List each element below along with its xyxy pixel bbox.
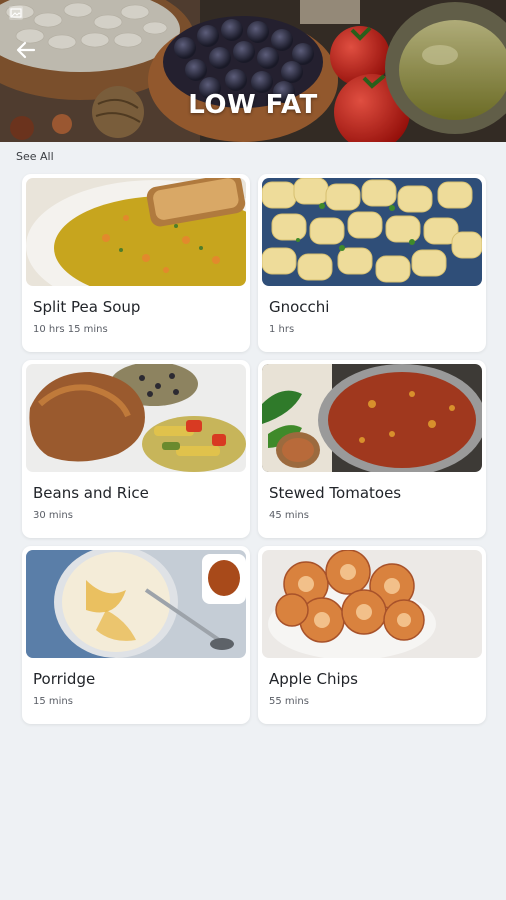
recipe-card-apple-chips[interactable]: Apple Chips 55 mins [258,546,486,724]
recipe-time: 10 hrs 15 mins [33,324,108,335]
recipe-image [26,178,246,286]
recipe-image [26,550,246,658]
category-hero-image: LOW FAT [0,0,506,142]
recipe-card-porridge[interactable]: Porridge 15 mins [22,546,250,724]
recipe-name: Gnocchi [269,298,330,316]
recipe-card-gnocchi[interactable]: Gnocchi 1 hrs [258,174,486,352]
recipe-name: Beans and Rice [33,484,149,502]
recipe-time: 55 mins [269,696,309,707]
see-all-link[interactable]: See All [16,150,54,163]
arrow-left-icon [16,41,36,59]
recipe-time: 15 mins [33,696,73,707]
recipe-card-beans-and-rice[interactable]: Beans and Rice 30 mins [22,360,250,538]
category-title: LOW FAT [188,90,318,120]
image-icon [10,8,22,18]
recipe-image [26,364,246,472]
back-button[interactable] [10,34,42,66]
app-screen: LOW FAT See All Split Pea Soup 10 hrs 15… [0,0,506,900]
status-bar-icon [9,6,23,20]
recipe-name: Porridge [33,670,96,688]
recipe-image [262,178,482,286]
recipe-time: 1 hrs [269,324,295,335]
recipe-card-stewed-tomatoes[interactable]: Stewed Tomatoes 45 mins [258,360,486,538]
recipe-image [262,364,482,472]
recipe-name: Apple Chips [269,670,358,688]
recipe-image [262,550,482,658]
recipe-time: 45 mins [269,510,309,521]
recipe-name: Stewed Tomatoes [269,484,402,502]
recipe-time: 30 mins [33,510,73,521]
recipe-name: Split Pea Soup [33,298,141,316]
hero-food-photo [0,0,506,142]
recipe-card-split-pea-soup[interactable]: Split Pea Soup 10 hrs 15 mins [22,174,250,352]
